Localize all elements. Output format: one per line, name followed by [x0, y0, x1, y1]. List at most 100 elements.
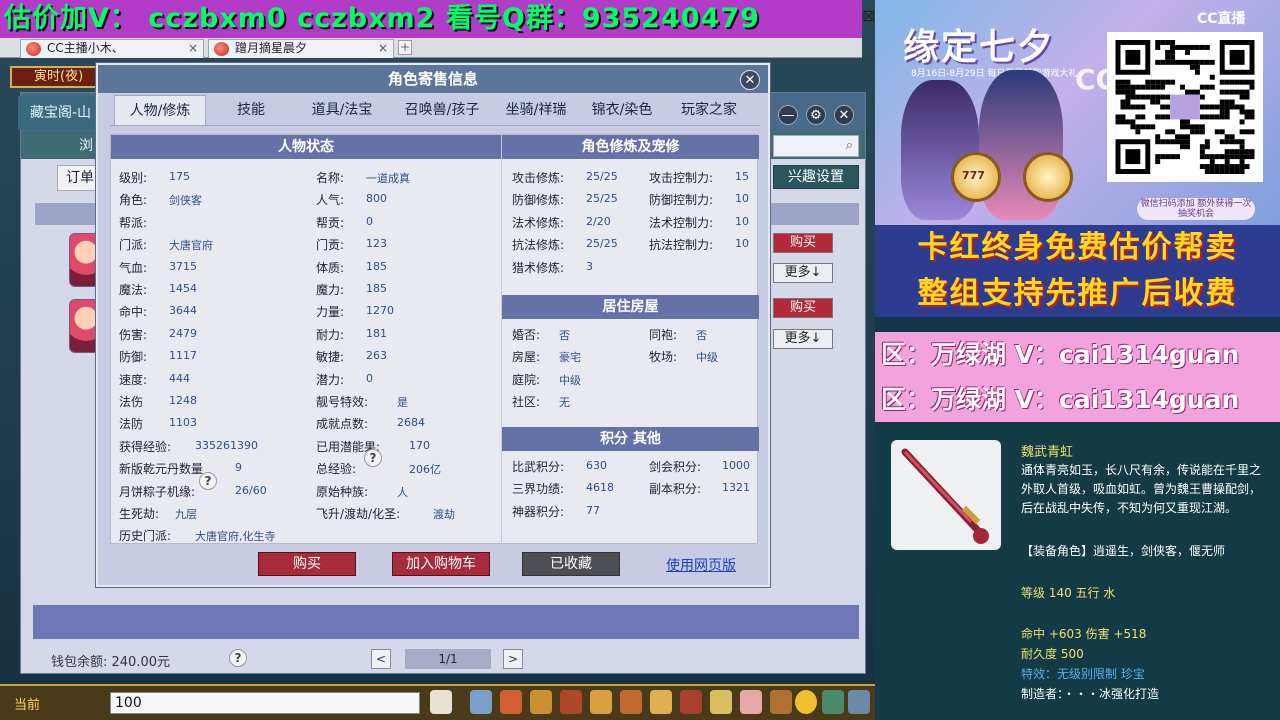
field-label: 伤害:	[119, 327, 148, 342]
next-page-button[interactable]: >	[503, 649, 523, 669]
smiley-icon[interactable]	[795, 690, 817, 714]
field-value: 123	[366, 237, 387, 251]
tab-character[interactable]: 人物/修炼	[114, 95, 206, 125]
field-label: 剑会积分:	[649, 460, 702, 474]
banner-close-icon[interactable]: ⊠	[862, 6, 875, 26]
overlay-banner: 估价加V： cczbxm0 cczbxm2 看号Q群：935240479	[0, 0, 862, 38]
event-cta[interactable]: 微信扫码添加 额外获得一次抽奖机会	[1137, 198, 1255, 220]
browser-tab-bar: CC主播小木、 × 蹭月摘星晨夕 × +	[0, 38, 862, 58]
field-label: 法伤	[119, 395, 144, 409]
item-icon[interactable]	[560, 690, 582, 714]
item-icon[interactable]	[500, 690, 522, 714]
field-label: 总经验:	[316, 462, 357, 477]
qr-code[interactable]	[1107, 32, 1263, 182]
field-value: 800	[366, 192, 387, 206]
item-icon[interactable]	[650, 690, 672, 714]
item-icon[interactable]	[680, 690, 702, 714]
item-durability: 耐久度 500	[1021, 647, 1084, 661]
field-label: 级别:	[119, 171, 148, 185]
favorited-button[interactable]: 已收藏	[522, 552, 620, 576]
field-value: 渡劫	[433, 508, 455, 521]
prev-page-button[interactable]: <	[371, 649, 391, 669]
browser-tab-1[interactable]: CC主播小木、 ×	[20, 39, 204, 58]
tab-pets[interactable]: 召唤兽/孩子	[392, 95, 492, 125]
item-icon[interactable]	[848, 690, 870, 714]
item-icon[interactable]	[620, 690, 642, 714]
screen: 估价加V： cczbxm0 cczbxm2 看号Q群：935240479 ⊠ C…	[0, 0, 1280, 720]
field-label: 生死劫:	[119, 507, 160, 521]
item-tooltip: 魏武青虹 通体青亮如玉，长八尺有余，传说能在千里之外取人首级，吸血如虹。曾为魏王…	[875, 425, 1280, 720]
new-tab-button[interactable]: +	[398, 40, 412, 55]
tab-skills[interactable]: 技能	[218, 95, 284, 125]
gear-icon[interactable]: ⚙	[806, 105, 826, 125]
search-input[interactable]: ⌕	[773, 135, 859, 157]
item-icon[interactable]	[590, 690, 612, 714]
field-label: 副本积分:	[649, 482, 702, 497]
help-icon[interactable]: ?	[199, 472, 217, 490]
field-label: 法术修炼:	[512, 215, 565, 230]
minimize-icon[interactable]: —	[778, 105, 798, 125]
field-value: 剑侠客	[169, 194, 202, 208]
field-label: 同袍:	[649, 328, 678, 342]
buy-button[interactable]: 购买	[773, 233, 833, 253]
tab-outfits[interactable]: 锦衣/染色	[580, 95, 664, 125]
tab-mounts[interactable]: 坐骑/祥瑞	[494, 95, 578, 125]
tab-close-icon[interactable]: ×	[188, 40, 198, 57]
pet-icon[interactable]	[430, 690, 452, 714]
house-section-title: 居住房屋	[502, 295, 759, 319]
more-button[interactable]: 更多↓	[773, 329, 833, 349]
buy-button[interactable]: 购买	[258, 552, 356, 576]
field-value: 3644	[169, 304, 197, 318]
chat-input[interactable]: 100	[110, 692, 420, 714]
weapon-icon[interactable]	[470, 690, 492, 714]
field-label: 原始种族:	[316, 484, 369, 499]
interest-settings-button[interactable]: 兴趣设置	[773, 165, 859, 189]
page-indicator: 1/1	[405, 649, 491, 669]
field-label: 成就点数:	[316, 417, 369, 432]
add-to-cart-button[interactable]: 加入购物车	[392, 552, 490, 576]
item-description: 通体青亮如玉，长八尺有余，传说能在千里之外取人首级，吸血如虹。曾为魏王曹操配剑，…	[1021, 463, 1262, 515]
field-label: 抗法修炼:	[512, 238, 565, 253]
field-value: 1454	[169, 282, 197, 295]
tab-close-icon[interactable]: ×	[378, 40, 388, 57]
field-label: 气血:	[119, 260, 148, 275]
field-label: 庭院:	[512, 372, 541, 387]
status-section-title: 人物状态	[111, 135, 501, 159]
channel-label[interactable]: 当前	[14, 694, 40, 713]
web-version-link[interactable]: 使用网页版	[666, 555, 736, 575]
field-label: 法术控制力:	[649, 215, 714, 230]
field-value: 175	[169, 170, 190, 183]
field-label: 靓号特效:	[316, 395, 369, 409]
item-icon[interactable]	[822, 690, 844, 714]
buy-button[interactable]: 购买	[773, 298, 833, 318]
close-icon[interactable]: ✕	[740, 70, 760, 90]
field-label: 历史门派:	[119, 529, 172, 544]
contact-line-1: 区：万绿湖 V：cai1314guan	[875, 332, 1280, 377]
tab-items[interactable]: 道具/法宝	[296, 95, 388, 125]
field-label: 魔法:	[119, 283, 148, 297]
field-label: 魔力:	[316, 283, 345, 297]
field-label: 角色:	[119, 193, 148, 208]
help-icon[interactable]: ?	[364, 449, 382, 467]
tab-label: 蹭月摘星晨夕	[235, 41, 308, 55]
item-icon[interactable]	[740, 690, 762, 714]
search-icon[interactable]: ⌕	[846, 138, 853, 153]
tab-favicon-icon	[214, 42, 229, 56]
field-label: 三界功绩:	[512, 482, 565, 497]
cbg-nav-label[interactable]: 浏	[79, 135, 93, 155]
dialog-tabs: 人物/修炼 技能 道具/法宝 召唤兽/孩子 坐骑/祥瑞 锦衣/染色 玩家之家	[110, 95, 760, 125]
field-label: 社区:	[512, 395, 541, 410]
browser-tab-2[interactable]: 蹭月摘星晨夕 ×	[208, 39, 394, 58]
item-icon[interactable]	[770, 690, 792, 714]
field-label: 人气:	[316, 193, 345, 208]
more-button[interactable]: 更多↓	[773, 263, 833, 283]
field-value: 25/25	[586, 192, 618, 206]
tab-home[interactable]: 玩家之家	[666, 95, 752, 125]
field-label: 帮贡:	[316, 215, 345, 230]
item-icon[interactable]	[710, 690, 732, 714]
close-icon[interactable]: ✕	[834, 105, 854, 125]
help-icon[interactable]: ?	[229, 649, 247, 667]
field-label: 命中:	[119, 305, 148, 320]
badge-text: 777	[962, 169, 985, 182]
item-icon[interactable]	[530, 690, 552, 714]
